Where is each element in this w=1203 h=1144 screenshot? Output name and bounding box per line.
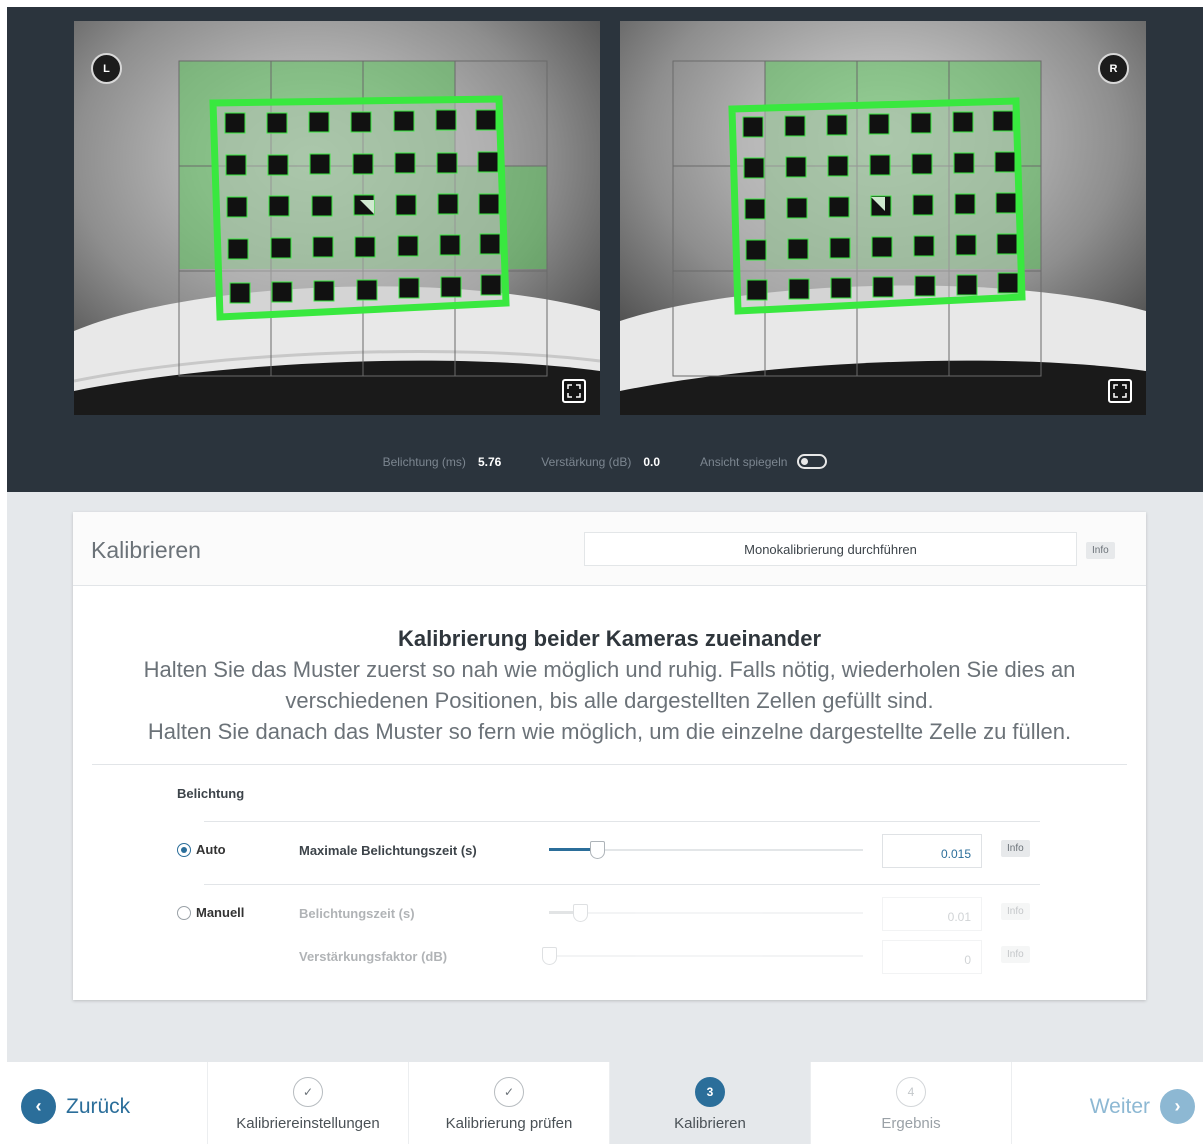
info-button[interactable]: Info <box>1001 840 1030 857</box>
radio-dot <box>177 842 191 857</box>
next-label: Weiter <box>1089 1094 1150 1118</box>
back-label: Zurück <box>66 1094 131 1118</box>
max-exposure-slider[interactable] <box>549 841 863 859</box>
gain-label: Verstärkung (dB) <box>541 454 632 469</box>
auto-label: Auto <box>196 842 226 857</box>
step-label: Kalibriereinstellungen <box>236 1115 380 1132</box>
auto-radio[interactable]: Auto <box>177 842 226 857</box>
gain-value: 0.0 <box>643 454 661 469</box>
manual-label: Manuell <box>196 905 245 920</box>
divider <box>204 884 1040 885</box>
back-button[interactable]: ‹ Zurück <box>21 1089 130 1124</box>
right-camera-view: R <box>620 21 1146 415</box>
instructions-line: verschiedenen Positionen, bis alle darge… <box>285 688 934 713</box>
step-number: 4 <box>896 1077 926 1107</box>
chevron-right-icon: › <box>1160 1089 1195 1124</box>
step-result[interactable]: 4 Ergebnis <box>810 1062 1011 1144</box>
exposure-label: Belichtung (ms) <box>382 454 466 469</box>
mirror-label: Ansicht spiegeln <box>700 454 788 469</box>
chevron-left-icon: ‹ <box>21 1089 56 1124</box>
instructions-heading: Kalibrierung beider Kameras zueinander <box>397 626 822 651</box>
calibration-card: Kalibrieren Monokalibrierung durchführen… <box>73 512 1146 1000</box>
instructions-line: Halten Sie das Muster zuerst so nah wie … <box>143 657 1076 682</box>
next-button[interactable]: Weiter › <box>1090 1089 1195 1124</box>
check-icon: ✓ <box>494 1077 524 1107</box>
auto-exposure-row: Auto Maximale Belichtungszeit (s) 0.015 … <box>177 834 1047 868</box>
max-exposure-input[interactable]: 0.015 <box>882 834 982 868</box>
slider-thumb[interactable] <box>590 841 605 859</box>
manual-exposure-row: Manuell Belichtungszeit (s) 0.01 Info <box>177 897 1047 931</box>
gain-factor-label: Verstärkungsfaktor (dB) <box>299 949 448 964</box>
step-label: Kalibrieren <box>674 1115 746 1132</box>
info-button[interactable]: Info <box>1086 542 1115 559</box>
exposure-time-slider[interactable] <box>549 904 863 922</box>
step-label: Kalibrierung prüfen <box>445 1115 573 1132</box>
step-calibration-settings[interactable]: ✓ Kalibriereinstellungen <box>207 1062 408 1144</box>
gain-row: Verstärkungsfaktor (dB) 0 Info <box>177 940 1047 974</box>
exposure-value: 5.76 <box>477 454 502 469</box>
exposure-time-label: Belichtungszeit (s) <box>299 906 415 921</box>
instructions-line: Halten Sie danach das Muster so fern wie… <box>147 719 1072 744</box>
manual-radio[interactable]: Manuell <box>177 905 244 920</box>
info-button[interactable]: Info <box>1001 946 1030 963</box>
mono-calibration-button[interactable]: Monokalibrierung durchführen <box>584 532 1077 566</box>
radio-dot <box>177 905 191 920</box>
step-number: 3 <box>695 1077 725 1107</box>
expand-icon[interactable] <box>1108 379 1132 403</box>
slider-thumb[interactable] <box>542 947 557 965</box>
divider <box>204 821 1040 822</box>
gain-factor-slider[interactable] <box>542 947 863 965</box>
step-check-calibration[interactable]: ✓ Kalibrierung prüfen <box>408 1062 609 1144</box>
check-icon: ✓ <box>293 1077 323 1107</box>
card-header: Kalibrieren Monokalibrierung durchführen… <box>73 512 1146 586</box>
instructions: Kalibrierung beider Kameras zueinander H… <box>73 586 1146 747</box>
camera-panel: L R Belichtung (ms) 5.76 Verstärkung (dB… <box>7 7 1203 492</box>
step-divider <box>1011 1062 1012 1144</box>
camera-stats-bar: Belichtung (ms) 5.76 Verstärkung (dB) 0.… <box>7 454 1203 469</box>
mirror-toggle[interactable] <box>797 454 828 469</box>
exposure-time-input[interactable]: 0.01 <box>882 897 982 931</box>
step-label: Ergebnis <box>881 1115 941 1132</box>
exposure-heading: Belichtung <box>177 786 245 801</box>
expand-icon[interactable] <box>562 379 586 403</box>
card-title: Kalibrieren <box>91 537 201 563</box>
right-camera-image <box>620 21 1146 415</box>
slider-thumb[interactable] <box>573 904 588 922</box>
max-exposure-label: Maximale Belichtungszeit (s) <box>299 843 477 858</box>
left-camera-badge: L <box>91 53 122 84</box>
info-button[interactable]: Info <box>1001 903 1030 920</box>
step-calibrate[interactable]: 3 Kalibrieren <box>609 1062 810 1144</box>
left-camera-view: L <box>74 21 600 415</box>
wizard-footer: ‹ Zurück ✓ Kalibriereinstellungen ✓ Kali… <box>7 1062 1203 1144</box>
gain-factor-input[interactable]: 0 <box>882 940 982 974</box>
left-camera-image <box>74 21 600 415</box>
divider <box>92 764 1127 765</box>
right-camera-badge: R <box>1098 53 1129 84</box>
